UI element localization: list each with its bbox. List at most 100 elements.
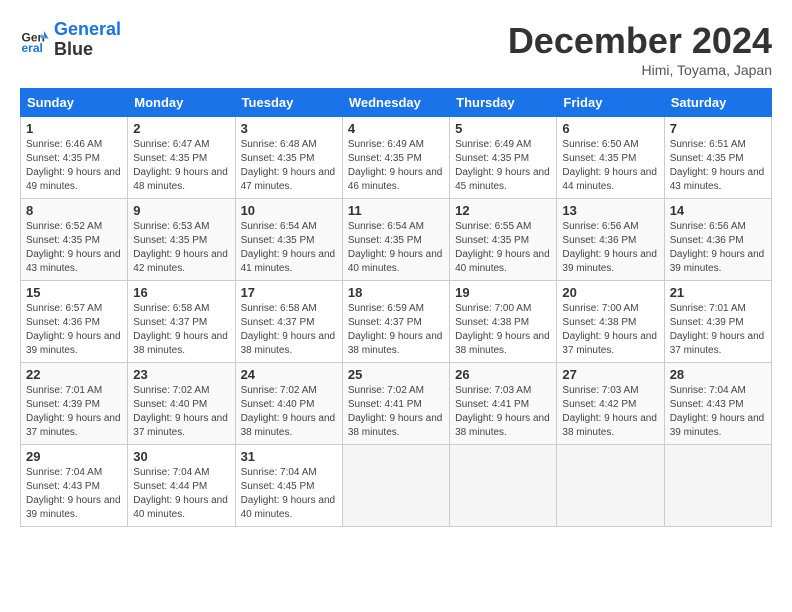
day-info: Sunrise: 7:03 AMSunset: 4:42 PMDaylight:…: [562, 384, 658, 440]
day-info: Sunrise: 6:47 AMSunset: 4:35 PMDaylight:…: [133, 138, 229, 194]
calendar-cell: 20 Sunrise: 7:00 AMSunset: 4:38 PMDayligh…: [557, 281, 664, 363]
day-number: 18: [348, 285, 444, 300]
day-number: 23: [133, 367, 229, 382]
day-number: 25: [348, 367, 444, 382]
logo-icon: Gen eral: [20, 25, 50, 55]
day-number: 31: [241, 449, 337, 464]
calendar-cell: 12 Sunrise: 6:55 AMSunset: 4:35 PMDayligh…: [450, 199, 557, 281]
day-info: Sunrise: 6:53 AMSunset: 4:35 PMDaylight:…: [133, 220, 229, 276]
location-subtitle: Himi, Toyama, Japan: [508, 62, 772, 78]
logo-text: GeneralBlue: [54, 20, 121, 60]
day-info: Sunrise: 7:01 AMSunset: 4:39 PMDaylight:…: [26, 384, 122, 440]
day-number: 19: [455, 285, 551, 300]
day-info: Sunrise: 6:51 AMSunset: 4:35 PMDaylight:…: [670, 138, 766, 194]
calendar-cell: 15Sunrise: 6:57 AMSunset: 4:36 PMDayligh…: [21, 281, 128, 363]
day-number: 21: [670, 285, 766, 300]
calendar-cell: 29 Sunrise: 7:04 AMSunset: 4:43 PMDayligh…: [21, 445, 128, 527]
calendar-cell: 16Sunrise: 6:58 AMSunset: 4:37 PMDayligh…: [128, 281, 235, 363]
calendar-cell: 2 Sunrise: 6:47 AMSunset: 4:35 PMDaylight…: [128, 117, 235, 199]
day-number: 1: [26, 121, 122, 136]
calendar-cell: 1Sunrise: 6:46 AMSunset: 4:35 PMDaylight…: [21, 117, 128, 199]
day-info: Sunrise: 6:59 AMSunset: 4:37 PMDaylight:…: [348, 302, 444, 358]
day-number: 16: [133, 285, 229, 300]
calendar-cell: 26 Sunrise: 7:03 AMSunset: 4:41 PMDayligh…: [450, 363, 557, 445]
weekday-header-row: Sunday Monday Tuesday Wednesday Thursday…: [21, 89, 772, 117]
day-info: Sunrise: 6:56 AMSunset: 4:36 PMDaylight:…: [670, 220, 766, 276]
calendar-cell: [342, 445, 449, 527]
calendar-cell: 19Sunrise: 7:00 AMSunset: 4:38 PMDayligh…: [450, 281, 557, 363]
day-number: 2: [133, 121, 229, 136]
calendar-cell: 11Sunrise: 6:54 AMSunset: 4:35 PMDayligh…: [342, 199, 449, 281]
header-sunday: Sunday: [21, 89, 128, 117]
calendar-cell: 28 Sunrise: 7:04 AMSunset: 4:43 PMDayligh…: [664, 363, 771, 445]
day-number: 4: [348, 121, 444, 136]
day-info: Sunrise: 7:00 AMSunset: 4:38 PMDaylight:…: [562, 302, 658, 358]
day-info: Sunrise: 7:02 AMSunset: 4:40 PMDaylight:…: [133, 384, 229, 440]
day-info: Sunrise: 6:48 AMSunset: 4:35 PMDaylight:…: [241, 138, 337, 194]
header-saturday: Saturday: [664, 89, 771, 117]
calendar-cell: 21 Sunrise: 7:01 AMSunset: 4:39 PMDayligh…: [664, 281, 771, 363]
day-info: Sunrise: 6:49 AMSunset: 4:35 PMDaylight:…: [455, 138, 551, 194]
calendar-cell: 8 Sunrise: 6:52 AMSunset: 4:35 PMDaylight…: [21, 199, 128, 281]
day-number: 10: [241, 203, 337, 218]
calendar-cell: 22 Sunrise: 7:01 AMSunset: 4:39 PMDayligh…: [21, 363, 128, 445]
day-info: Sunrise: 6:55 AMSunset: 4:35 PMDaylight:…: [455, 220, 551, 276]
calendar-cell: 17Sunrise: 6:58 AMSunset: 4:37 PMDayligh…: [235, 281, 342, 363]
day-number: 30: [133, 449, 229, 464]
day-number: 6: [562, 121, 658, 136]
day-info: Sunrise: 6:54 AMSunset: 4:35 PMDaylight:…: [241, 220, 337, 276]
calendar-cell: 4Sunrise: 6:49 AMSunset: 4:35 PMDaylight…: [342, 117, 449, 199]
header-tuesday: Tuesday: [235, 89, 342, 117]
day-number: 28: [670, 367, 766, 382]
day-number: 3: [241, 121, 337, 136]
day-number: 22: [26, 367, 122, 382]
calendar-cell: 14 Sunrise: 6:56 AMSunset: 4:36 PMDayligh…: [664, 199, 771, 281]
logo: Gen eral GeneralBlue: [20, 20, 121, 60]
calendar-cell: 13 Sunrise: 6:56 AMSunset: 4:36 PMDayligh…: [557, 199, 664, 281]
calendar-cell: [664, 445, 771, 527]
header-monday: Monday: [128, 89, 235, 117]
calendar-table: Sunday Monday Tuesday Wednesday Thursday…: [20, 88, 772, 527]
day-number: 29: [26, 449, 122, 464]
day-info: Sunrise: 7:02 AMSunset: 4:40 PMDaylight:…: [241, 384, 337, 440]
day-info: Sunrise: 7:01 AMSunset: 4:39 PMDaylight:…: [670, 302, 766, 358]
page-header: Gen eral GeneralBlue December 2024 Himi,…: [20, 20, 772, 78]
day-number: 13: [562, 203, 658, 218]
day-number: 14: [670, 203, 766, 218]
calendar-cell: 23 Sunrise: 7:02 AMSunset: 4:40 PMDayligh…: [128, 363, 235, 445]
day-number: 26: [455, 367, 551, 382]
month-title: December 2024: [508, 20, 772, 62]
title-block: December 2024 Himi, Toyama, Japan: [508, 20, 772, 78]
calendar-cell: 10 Sunrise: 6:54 AMSunset: 4:35 PMDayligh…: [235, 199, 342, 281]
day-number: 15: [26, 285, 122, 300]
header-wednesday: Wednesday: [342, 89, 449, 117]
day-info: Sunrise: 7:04 AMSunset: 4:43 PMDaylight:…: [670, 384, 766, 440]
calendar-cell: 5Sunrise: 6:49 AMSunset: 4:35 PMDaylight…: [450, 117, 557, 199]
day-info: Sunrise: 7:04 AMSunset: 4:44 PMDaylight:…: [133, 466, 229, 522]
calendar-cell: 6Sunrise: 6:50 AMSunset: 4:35 PMDaylight…: [557, 117, 664, 199]
calendar-cell: 25Sunrise: 7:02 AMSunset: 4:41 PMDayligh…: [342, 363, 449, 445]
day-number: 27: [562, 367, 658, 382]
calendar-cell: 18 Sunrise: 6:59 AMSunset: 4:37 PMDayligh…: [342, 281, 449, 363]
calendar-cell: 3 Sunrise: 6:48 AMSunset: 4:35 PMDaylight…: [235, 117, 342, 199]
day-number: 24: [241, 367, 337, 382]
day-info: Sunrise: 7:04 AMSunset: 4:43 PMDaylight:…: [26, 466, 122, 522]
calendar-cell: 31 Sunrise: 7:04 AMSunset: 4:45 PMDayligh…: [235, 445, 342, 527]
calendar-week-row: 22 Sunrise: 7:01 AMSunset: 4:39 PMDayligh…: [21, 363, 772, 445]
day-number: 11: [348, 203, 444, 218]
calendar-cell: [450, 445, 557, 527]
day-info: Sunrise: 6:56 AMSunset: 4:36 PMDaylight:…: [562, 220, 658, 276]
svg-text:eral: eral: [22, 41, 43, 55]
calendar-week-row: 29 Sunrise: 7:04 AMSunset: 4:43 PMDayligh…: [21, 445, 772, 527]
header-friday: Friday: [557, 89, 664, 117]
day-info: Sunrise: 6:52 AMSunset: 4:35 PMDaylight:…: [26, 220, 122, 276]
calendar-week-row: 1Sunrise: 6:46 AMSunset: 4:35 PMDaylight…: [21, 117, 772, 199]
day-info: Sunrise: 6:58 AMSunset: 4:37 PMDaylight:…: [241, 302, 337, 358]
day-number: 8: [26, 203, 122, 218]
day-info: Sunrise: 7:04 AMSunset: 4:45 PMDaylight:…: [241, 466, 337, 522]
day-number: 20: [562, 285, 658, 300]
calendar-week-row: 15Sunrise: 6:57 AMSunset: 4:36 PMDayligh…: [21, 281, 772, 363]
day-number: 7: [670, 121, 766, 136]
day-info: Sunrise: 7:03 AMSunset: 4:41 PMDaylight:…: [455, 384, 551, 440]
day-number: 12: [455, 203, 551, 218]
